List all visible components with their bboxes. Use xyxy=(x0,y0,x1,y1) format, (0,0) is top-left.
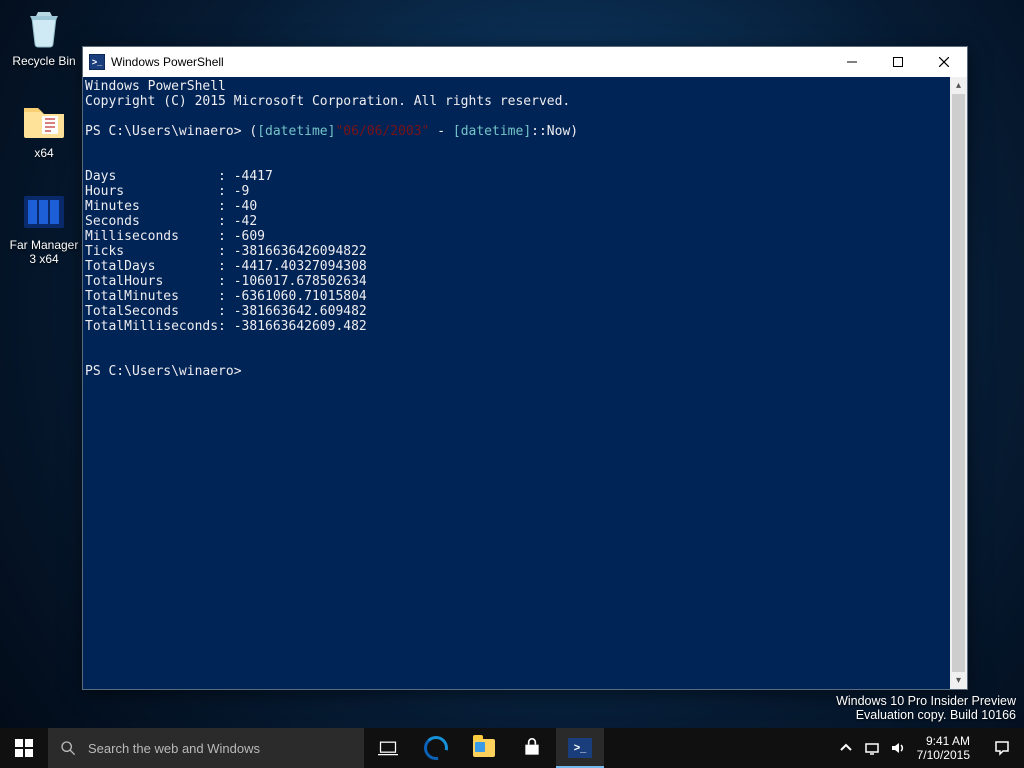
desktop-icon-recycle-bin[interactable]: Recycle Bin xyxy=(6,4,82,68)
time-text: 9:41 AM xyxy=(917,734,970,748)
file-explorer-icon xyxy=(473,739,495,757)
scroll-thumb[interactable] xyxy=(952,94,965,672)
volume-icon xyxy=(890,740,906,756)
search-icon xyxy=(60,740,76,756)
far-manager-icon xyxy=(20,188,68,236)
powershell-icon: >_ xyxy=(89,54,105,70)
action-center-button[interactable] xyxy=(980,740,1024,756)
desktop-icon-label: x64 xyxy=(6,146,82,160)
minimize-button[interactable] xyxy=(829,47,875,77)
scroll-up-icon[interactable]: ▴ xyxy=(950,77,967,94)
desktop-icon-x64[interactable]: x64 xyxy=(6,96,82,160)
tray-volume-button[interactable] xyxy=(885,728,911,768)
tray-overflow-button[interactable] xyxy=(833,728,859,768)
taskbar-app-store[interactable] xyxy=(508,728,556,768)
window-titlebar[interactable]: >_ Windows PowerShell xyxy=(83,47,967,77)
network-icon xyxy=(864,740,880,756)
desktop-icon-label: Recycle Bin xyxy=(6,54,82,68)
scroll-track[interactable] xyxy=(950,94,967,672)
watermark-line: Windows 10 Pro Insider Preview xyxy=(836,694,1016,708)
powershell-icon: >_ xyxy=(568,738,592,758)
watermark-line: Evaluation copy. Build 10166 xyxy=(836,708,1016,722)
edge-icon xyxy=(424,736,448,760)
taskbar-clock[interactable]: 9:41 AM 7/10/2015 xyxy=(911,734,980,762)
task-view-button[interactable] xyxy=(364,728,412,768)
desktop: Recycle Bin x64 Far Manager 3 x64 >_ Win… xyxy=(0,0,1024,768)
start-button[interactable] xyxy=(0,728,48,768)
powershell-window: >_ Windows PowerShell Windows PowerShell… xyxy=(82,46,968,690)
store-icon xyxy=(522,738,542,758)
desktop-icon-label: 3 x64 xyxy=(6,252,82,266)
maximize-button[interactable] xyxy=(875,47,921,77)
windows-logo-icon xyxy=(15,739,33,757)
console-output[interactable]: Windows PowerShell Copyright (C) 2015 Mi… xyxy=(83,77,950,689)
taskbar-app-explorer[interactable] xyxy=(460,728,508,768)
taskbar-app-powershell[interactable]: >_ xyxy=(556,728,604,768)
recycle-bin-icon xyxy=(20,4,68,52)
notification-icon xyxy=(994,740,1010,756)
search-box[interactable]: Search the web and Windows xyxy=(48,728,364,768)
windows-watermark: Windows 10 Pro Insider Preview Evaluatio… xyxy=(836,694,1016,722)
taskbar: Search the web and Windows >_ 9:41 AM 7/… xyxy=(0,728,1024,768)
window-title: Windows PowerShell xyxy=(111,55,224,69)
scrollbar[interactable]: ▴ ▾ xyxy=(950,77,967,689)
taskbar-app-edge[interactable] xyxy=(412,728,460,768)
scroll-down-icon[interactable]: ▾ xyxy=(950,672,967,689)
search-placeholder: Search the web and Windows xyxy=(88,741,260,756)
desktop-icon-far-manager[interactable]: Far Manager 3 x64 xyxy=(6,188,82,266)
system-tray: 9:41 AM 7/10/2015 xyxy=(833,728,1024,768)
chevron-up-icon xyxy=(838,740,854,756)
close-button[interactable] xyxy=(921,47,967,77)
date-text: 7/10/2015 xyxy=(917,748,970,762)
desktop-icon-label: Far Manager xyxy=(6,238,82,252)
task-view-icon xyxy=(378,740,398,756)
folder-icon xyxy=(20,96,68,144)
tray-network-button[interactable] xyxy=(859,728,885,768)
